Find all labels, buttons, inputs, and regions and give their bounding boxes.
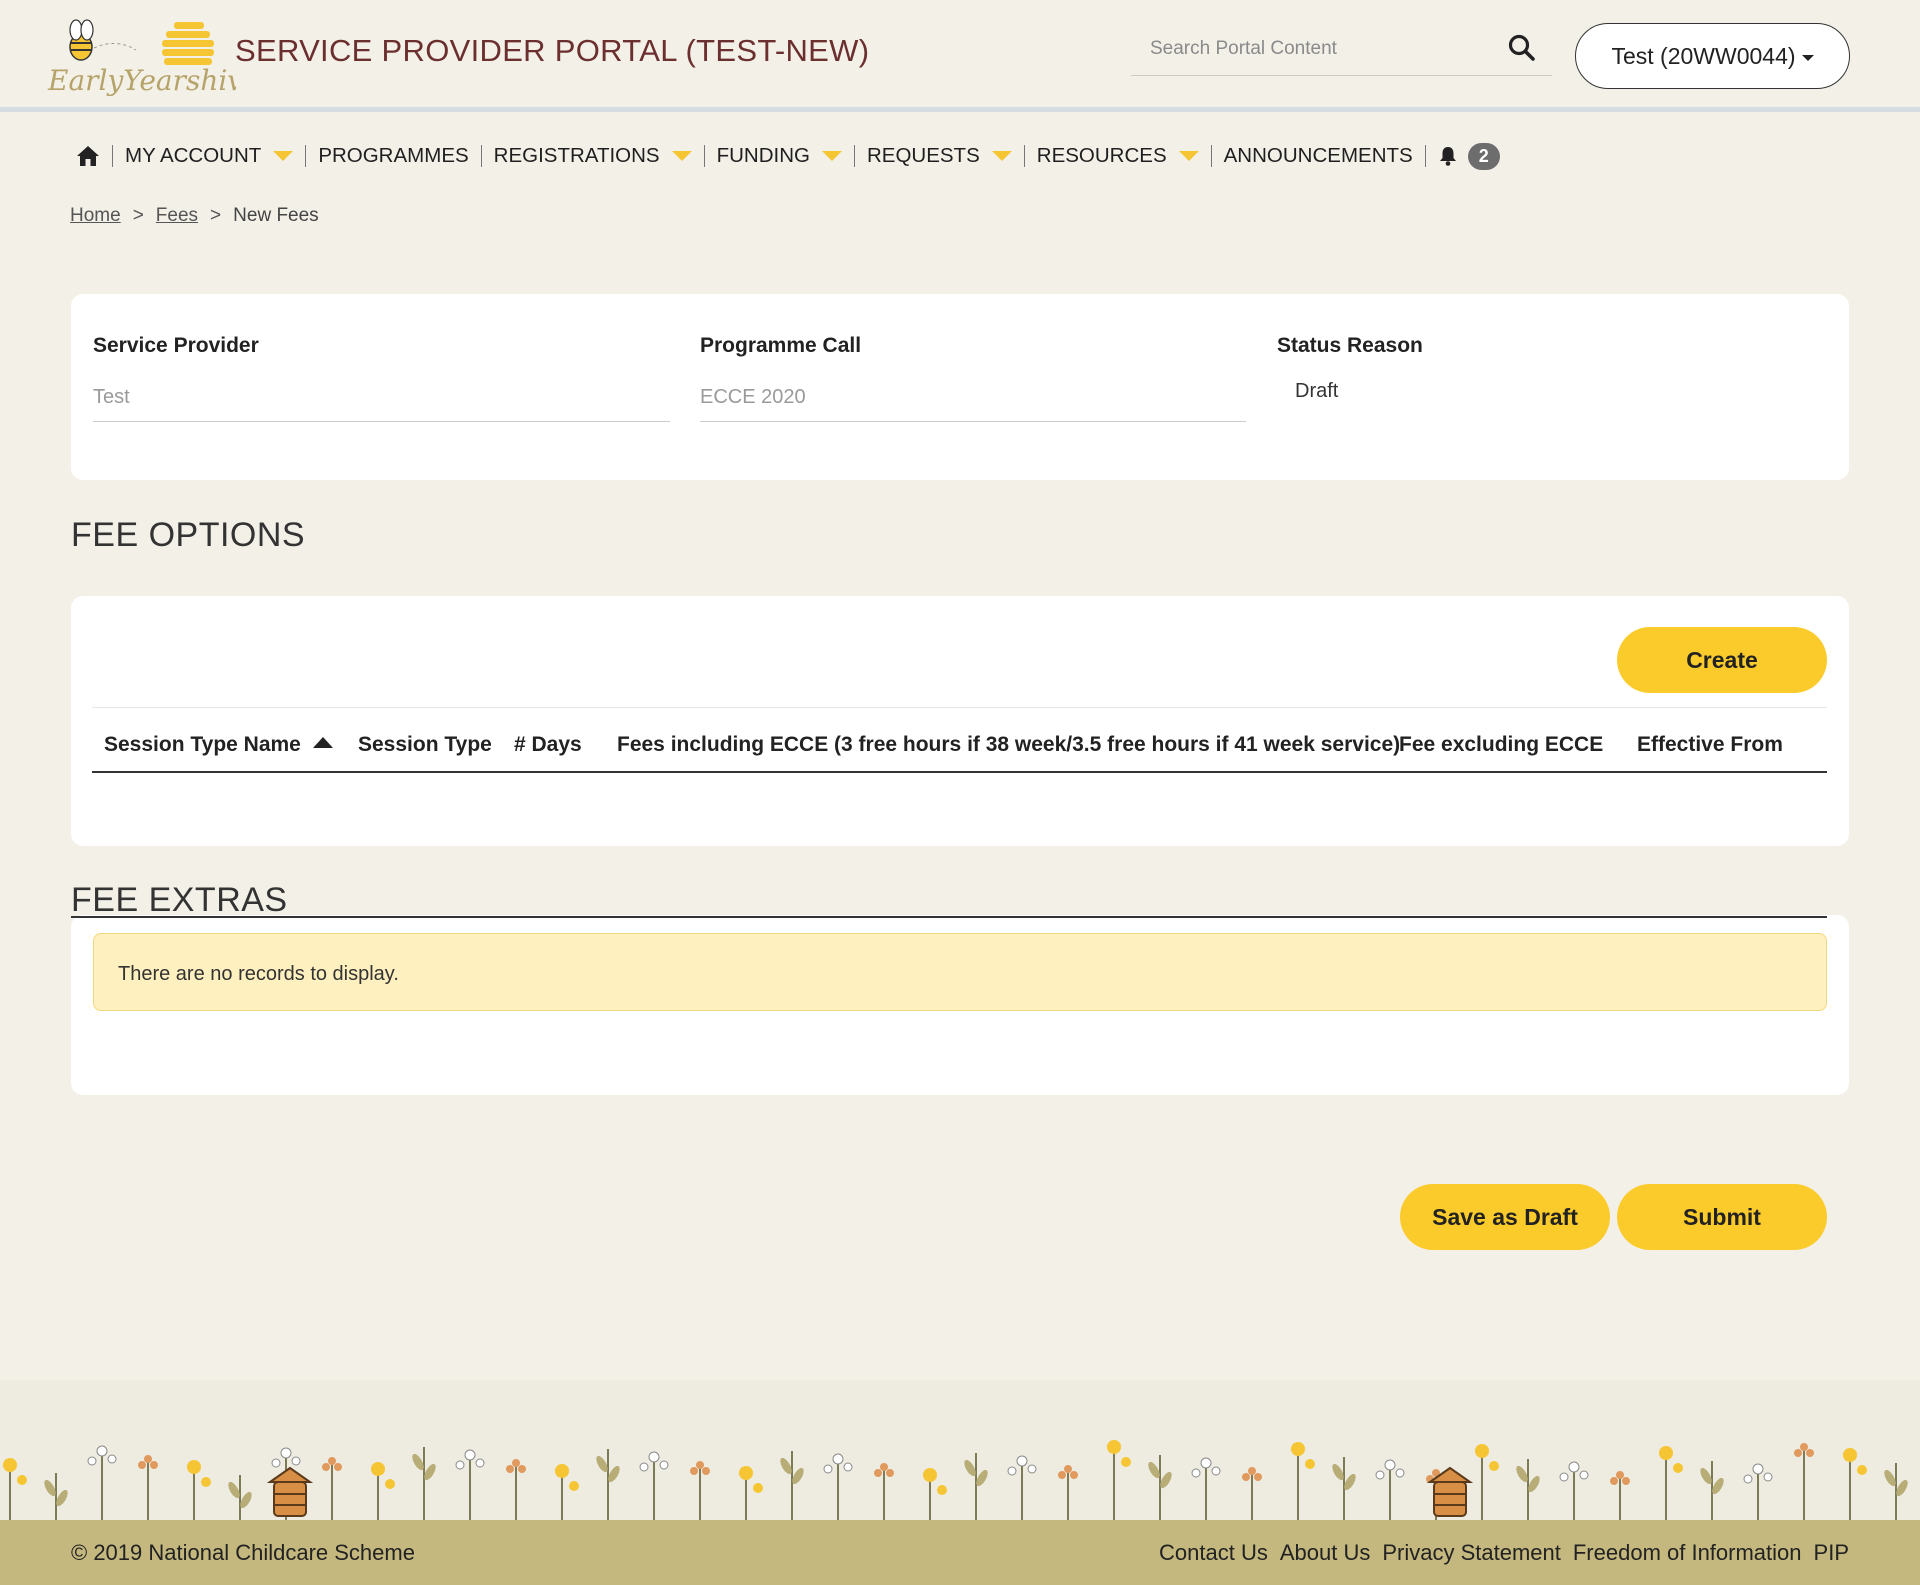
nav-announcements-label: ANNOUNCEMENTS xyxy=(1223,144,1413,167)
bell-icon xyxy=(1439,147,1456,166)
breadcrumb-separator: > xyxy=(132,205,144,226)
nav-home[interactable] xyxy=(76,138,100,174)
sort-ascending-icon xyxy=(312,737,333,748)
caret-down-icon xyxy=(1178,151,1199,161)
site-header: EarlyYearshive SERVICE PROVIDER PORTAL (… xyxy=(0,0,1920,112)
column-header-session-type-name[interactable]: Session Type Name xyxy=(104,733,333,757)
nav-separator xyxy=(1210,145,1212,167)
nav-separator xyxy=(1424,145,1426,167)
search-bar xyxy=(1131,26,1552,76)
programme-call-label: Programme Call xyxy=(700,334,862,357)
nav-registrations-label: REGISTRATIONS xyxy=(493,144,660,167)
footer-links: Contact Us About Us Privacy Statement Fr… xyxy=(1159,1540,1849,1566)
breadcrumb: Home > Fees > New Fees xyxy=(70,205,319,227)
account-label: Test (20WW0044) xyxy=(1611,42,1796,69)
breadcrumb-current: New Fees xyxy=(233,205,319,226)
status-reason-value: Draft xyxy=(1295,380,1339,402)
caret-down-icon xyxy=(671,151,692,161)
nav-separator xyxy=(305,145,307,167)
account-dropdown-button[interactable]: Test (20WW0044) xyxy=(1575,23,1850,89)
main-nav: MY ACCOUNT PROGRAMMES REGISTRATIONS FUND… xyxy=(76,138,1500,174)
column-header-session-type[interactable]: Session Type xyxy=(358,733,492,757)
portal-title: SERVICE PROVIDER PORTAL (TEST-NEW) xyxy=(235,33,870,68)
breadcrumb-separator: > xyxy=(210,205,222,226)
nav-my-account[interactable]: MY ACCOUNT xyxy=(125,138,294,174)
search-icon[interactable] xyxy=(1506,32,1538,64)
breadcrumb-fees-link[interactable]: Fees xyxy=(156,205,198,227)
fee-extras-heading: FEE EXTRAS xyxy=(71,881,288,919)
caret-down-icon xyxy=(821,151,842,161)
create-button[interactable]: Create xyxy=(1617,627,1827,693)
copyright-text: © 2019 National Childcare Scheme xyxy=(71,1539,415,1565)
fee-options-heading: FEE OPTIONS xyxy=(71,516,306,554)
notification-count-badge: 2 xyxy=(1467,142,1500,170)
column-header-days[interactable]: # Days xyxy=(514,733,582,757)
submit-button[interactable]: Submit xyxy=(1617,1184,1827,1250)
fee-options-table-header: Session Type Name Session Type # Days Fe… xyxy=(92,713,1827,773)
service-provider-label: Service Provider xyxy=(93,334,259,357)
fee-details-card: Service Provider Test Programme Call ECC… xyxy=(71,294,1849,480)
nav-resources-label: RESOURCES xyxy=(1036,144,1167,167)
programme-call-field[interactable]: ECCE 2020 xyxy=(700,376,1246,422)
nav-requests[interactable]: REQUESTS xyxy=(867,138,1012,174)
nav-requests-label: REQUESTS xyxy=(866,144,980,167)
service-provider-field[interactable]: Test xyxy=(93,376,670,422)
column-header-fees-including-ecce[interactable]: Fees including ECCE (3 free hours if 38 … xyxy=(617,733,1400,757)
nav-registrations[interactable]: REGISTRATIONS xyxy=(494,138,692,174)
site-footer: © 2019 National Childcare Scheme Contact… xyxy=(0,1520,1920,1585)
status-reason-label: Status Reason xyxy=(1277,334,1423,357)
nav-notifications[interactable]: 2 xyxy=(1438,138,1500,174)
early-years-hive-logo[interactable]: EarlyYearshive xyxy=(46,10,236,100)
column-header-fee-excluding-ecce[interactable]: Fee excluding ECCE xyxy=(1399,733,1603,757)
nav-programmes-label: PROGRAMMES xyxy=(318,144,469,167)
floral-decoration xyxy=(3,1440,1908,1520)
column-header-label: Session Type Name xyxy=(104,733,301,756)
nav-separator xyxy=(112,145,113,167)
nav-separator xyxy=(703,145,705,167)
footer-link-freedom-of-information[interactable]: Freedom of Information xyxy=(1573,1540,1802,1566)
nav-funding[interactable]: FUNDING xyxy=(717,138,842,174)
footer-link-privacy-statement[interactable]: Privacy Statement xyxy=(1382,1540,1561,1566)
footer-link-about-us[interactable]: About Us xyxy=(1280,1540,1371,1566)
footer-link-pip[interactable]: PIP xyxy=(1814,1540,1849,1566)
footer-link-contact-us[interactable]: Contact Us xyxy=(1159,1540,1268,1566)
nav-separator xyxy=(480,145,482,167)
column-header-effective-from[interactable]: Effective From xyxy=(1637,733,1783,757)
svg-text:EarlyYearshive: EarlyYearshive xyxy=(47,64,236,97)
divider xyxy=(71,916,1827,918)
nav-resources[interactable]: RESOURCES xyxy=(1037,138,1199,174)
nav-separator xyxy=(1023,145,1025,167)
caret-down-icon xyxy=(1801,54,1814,61)
no-records-alert: There are no records to display. xyxy=(93,933,1827,1011)
nav-separator xyxy=(853,145,855,167)
save-as-draft-button[interactable]: Save as Draft xyxy=(1400,1184,1610,1250)
home-icon xyxy=(77,146,99,166)
nav-programmes[interactable]: PROGRAMMES xyxy=(318,138,468,174)
caret-down-icon xyxy=(991,151,1012,161)
nav-my-account-label: MY ACCOUNT xyxy=(125,144,262,167)
divider xyxy=(92,707,1827,708)
caret-down-icon xyxy=(273,151,294,161)
search-input[interactable] xyxy=(1131,26,1501,72)
nav-funding-label: FUNDING xyxy=(716,144,810,167)
fee-options-card: Create Session Type Name Session Type # … xyxy=(71,596,1849,846)
nav-announcements[interactable]: ANNOUNCEMENTS xyxy=(1224,138,1413,174)
breadcrumb-home-link[interactable]: Home xyxy=(70,205,121,227)
